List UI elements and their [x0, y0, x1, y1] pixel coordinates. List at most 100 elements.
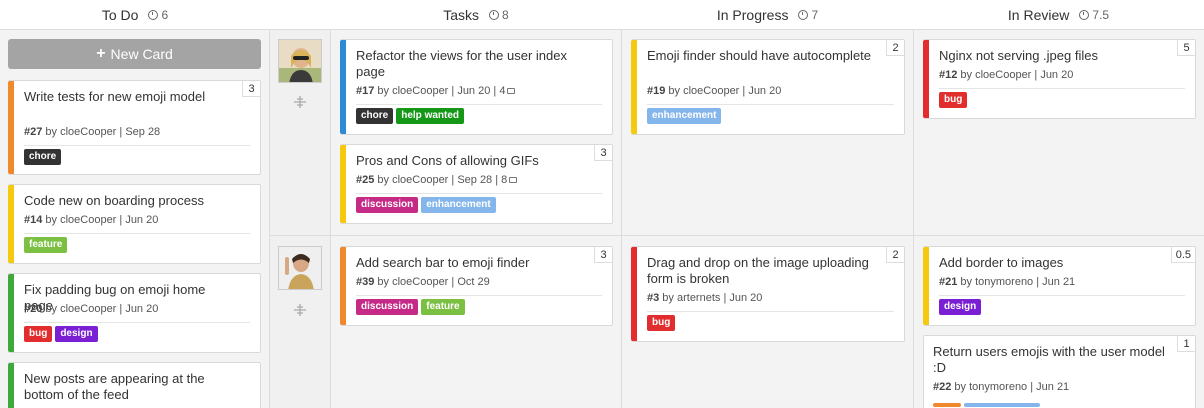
label-list: enhancement [647, 108, 722, 124]
comment-icon [509, 177, 518, 184]
card-byline: by cloeCooper | Jun 20 [957, 69, 1074, 81]
card[interactable]: Drag and drop on the image uploading for… [631, 246, 905, 342]
card-number: #17 [356, 85, 375, 97]
card[interactable]: Pros and Cons of allowing GIFs 3 #25 by … [340, 144, 613, 224]
avatar[interactable] [278, 246, 322, 290]
card-number: #12 [939, 69, 958, 81]
move-icon[interactable] [293, 95, 307, 109]
column-title: In Progress [716, 7, 789, 23]
card[interactable]: Return users emojis with the user model … [923, 335, 1196, 408]
card-byline: by cloeCooper | Oct 29 [374, 276, 490, 288]
column-divider [269, 30, 270, 408]
card[interactable]: New posts are appearing at the bottom of… [8, 362, 261, 408]
card[interactable]: Emoji finder should have autocomplete 2 … [631, 39, 905, 135]
card-title: Add border to images [939, 255, 1064, 270]
label-list: bug [939, 92, 968, 108]
label-list: chore [24, 149, 62, 165]
label-partial[interactable] [933, 403, 961, 407]
card-number: #19 [647, 85, 666, 97]
card-number: #20 [24, 303, 43, 315]
card-title: Pros and Cons of allowing GIFs [356, 153, 539, 168]
label-list: feature [24, 237, 68, 253]
card-divider [647, 311, 894, 312]
column-title: To Do [101, 7, 139, 23]
column-title: Tasks [443, 7, 480, 23]
column-title: In Review [1007, 7, 1070, 23]
card-title: Write tests for new emoji model [24, 89, 206, 104]
column-header-todo: To Do 6 [0, 0, 270, 30]
card-meta: #12 by cloeCooper | Jun 20 [939, 69, 1073, 81]
card-stripe [340, 40, 346, 134]
card-divider [647, 104, 894, 105]
card-meta: #21 by tonymoreno | Jun 21 [939, 276, 1075, 288]
column-points: 6 [148, 8, 168, 22]
avatar[interactable] [278, 39, 322, 83]
label-feature[interactable]: feature [24, 237, 68, 253]
column-divider [621, 30, 622, 408]
label-discussion[interactable]: discussion [356, 299, 419, 315]
column-points: 8 [489, 8, 509, 22]
column-divider [330, 30, 331, 408]
card-divider [939, 295, 1185, 296]
card-divider [356, 104, 602, 105]
label-bug[interactable]: bug [24, 326, 53, 342]
card-divider [24, 145, 250, 146]
label-design[interactable]: design [55, 326, 98, 342]
card-byline: by tonymoreno | Jun 21 [957, 276, 1076, 288]
card-byline: by cloeCooper | Jun 20 [42, 303, 159, 315]
card[interactable]: Code new on boarding process #14 by cloe… [8, 184, 261, 264]
card-number: #27 [24, 126, 43, 138]
clock-icon [148, 10, 159, 20]
move-icon[interactable] [293, 303, 307, 317]
label-help-wanted[interactable]: help wanted [396, 108, 465, 124]
card-estimate: 2 [886, 40, 904, 56]
new-card-button[interactable]: + New Card [8, 39, 261, 69]
card-stripe [340, 247, 346, 325]
card-divider [24, 322, 250, 323]
card-stripe [923, 40, 929, 118]
card[interactable]: Write tests for new emoji model 3 #27 by… [8, 80, 261, 175]
card-estimate: 0.5 [1170, 247, 1195, 263]
card-estimate: 1 [1177, 336, 1195, 352]
label-enhancement[interactable]: enhancement [421, 197, 496, 213]
label-partial[interactable] [964, 403, 1040, 407]
card[interactable]: Fix padding bug on emoji home page #20 b… [8, 273, 261, 353]
clock-icon [489, 10, 500, 20]
card-number: #25 [356, 174, 375, 186]
card-divider [24, 233, 250, 234]
label-feature[interactable]: feature [421, 299, 465, 315]
label-discussion[interactable]: discussion [356, 197, 419, 213]
label-bug[interactable]: bug [647, 315, 676, 331]
assignee-column [270, 30, 330, 408]
label-design[interactable]: design [939, 299, 982, 315]
label-bug[interactable]: bug [939, 92, 968, 108]
card-title: New posts are appearing at the bottom of… [24, 371, 205, 402]
label-chore[interactable]: chore [356, 108, 394, 124]
card-stripe [340, 145, 346, 223]
card-meta: #39 by cloeCooper | Oct 29 [356, 276, 490, 288]
plus-icon: + [96, 45, 106, 62]
avatar-image [279, 247, 321, 289]
card-stripe [631, 247, 637, 341]
card[interactable]: Add border to images 0.5 #21 by tonymore… [923, 246, 1196, 326]
card-stripe [8, 363, 14, 408]
card-estimate: 3 [594, 247, 612, 263]
card-byline: by arternets | Jun 20 [659, 292, 763, 304]
label-list [933, 403, 1040, 407]
card-title: Emoji finder should have autocomplete [647, 48, 872, 63]
card-meta: #27 by cloeCooper | Sep 28 [24, 126, 160, 138]
comment-icon [507, 88, 516, 95]
card-estimate: 5 [1177, 40, 1195, 56]
card-meta: #17 by cloeCooper | Jun 20 | 4 [356, 85, 516, 97]
label-list: design [939, 299, 982, 315]
card-byline: by cloeCooper | Sep 28 [42, 126, 161, 138]
card[interactable]: Nginx not serving .jpeg files 5 #12 by c… [923, 39, 1196, 119]
label-enhancement[interactable]: enhancement [647, 108, 722, 124]
card[interactable]: Add search bar to emoji finder 3 #39 by … [340, 246, 613, 326]
card-stripe [923, 247, 929, 325]
card-stripe [631, 40, 637, 134]
card-stripe [8, 185, 14, 263]
card[interactable]: Refactor the views for the user index pa… [340, 39, 613, 135]
clock-icon [798, 10, 809, 20]
label-chore[interactable]: chore [24, 149, 62, 165]
